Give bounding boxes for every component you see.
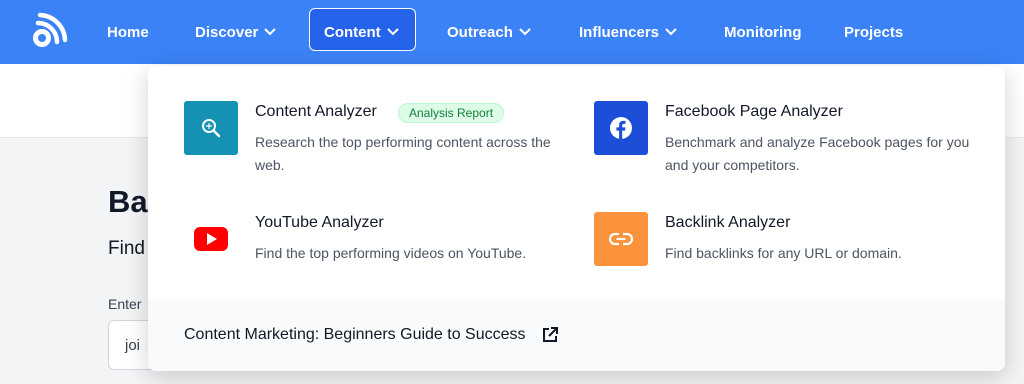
nav-monitoring[interactable]: Monitoring bbox=[724, 0, 801, 64]
menu-item-description: Find backlinks for any URL or domain. bbox=[665, 245, 902, 261]
link-icon bbox=[594, 212, 648, 266]
menu-item-description: Benchmark and analyze Facebook pages for… bbox=[665, 134, 970, 173]
analysis-report-badge: Analysis Report bbox=[398, 103, 505, 123]
menu-item-title: Facebook Page Analyzer bbox=[665, 103, 843, 120]
nav-outreach-label: Outreach bbox=[447, 23, 513, 41]
search-web-icon bbox=[184, 101, 238, 155]
menu-item-title: YouTube Analyzer bbox=[255, 214, 384, 231]
page-subheading: Find bbox=[108, 238, 145, 259]
menu-item-content-analyzer[interactable]: Content Analyzer Analysis Report Researc… bbox=[184, 101, 564, 181]
facebook-icon bbox=[594, 101, 648, 155]
external-link-icon bbox=[542, 327, 558, 342]
nav-monitoring-label: Monitoring bbox=[724, 23, 802, 41]
input-label: Enter bbox=[108, 296, 142, 312]
menu-item-description: Research the top performing content acro… bbox=[255, 134, 551, 173]
nav-projects-label: Projects bbox=[844, 23, 904, 41]
chevron-down-icon bbox=[519, 28, 531, 36]
nav-projects[interactable]: Projects bbox=[844, 0, 903, 64]
nav-discover[interactable]: Discover bbox=[195, 0, 277, 64]
nav-content-label: Content bbox=[324, 23, 381, 41]
menu-item-title: Backlink Analyzer bbox=[665, 214, 791, 231]
nav-home-label: Home bbox=[107, 23, 149, 41]
dropdown-footer: Content Marketing: Beginners Guide to Su… bbox=[148, 300, 1005, 371]
nav-outreach[interactable]: Outreach bbox=[447, 0, 531, 64]
nav-discover-label: Discover bbox=[195, 23, 259, 41]
menu-item-youtube-analyzer[interactable]: YouTube Analyzer Find the top performing… bbox=[184, 212, 564, 292]
nav-influencers[interactable]: Influencers bbox=[579, 0, 677, 64]
chevron-down-icon bbox=[264, 28, 277, 36]
chevron-down-icon bbox=[665, 28, 677, 36]
nav-influencers-label: Influencers bbox=[579, 23, 660, 41]
nav-content[interactable]: Content bbox=[324, 0, 399, 64]
nav-home[interactable]: Home bbox=[107, 0, 149, 64]
menu-item-facebook-page-analyzer[interactable]: Facebook Page Analyzer Benchmark and ana… bbox=[594, 101, 984, 181]
chevron-down-icon bbox=[386, 28, 399, 36]
rss-logo-icon[interactable] bbox=[30, 12, 68, 50]
youtube-icon bbox=[184, 212, 238, 266]
menu-item-description: Find the top performing videos on YouTub… bbox=[255, 245, 527, 261]
top-navigation: Home Discover Content Outreach Influence… bbox=[0, 0, 1024, 64]
guide-link-label: Content Marketing: Beginners Guide to Su… bbox=[184, 326, 526, 343]
content-dropdown-menu: Content Analyzer Analysis Report Researc… bbox=[148, 66, 1005, 371]
menu-item-title: Content Analyzer bbox=[255, 103, 377, 120]
menu-item-backlink-analyzer[interactable]: Backlink Analyzer Find backlinks for any… bbox=[594, 212, 984, 292]
guide-link[interactable]: Content Marketing: Beginners Guide to Su… bbox=[184, 325, 560, 345]
page-heading: Ba bbox=[108, 184, 148, 219]
